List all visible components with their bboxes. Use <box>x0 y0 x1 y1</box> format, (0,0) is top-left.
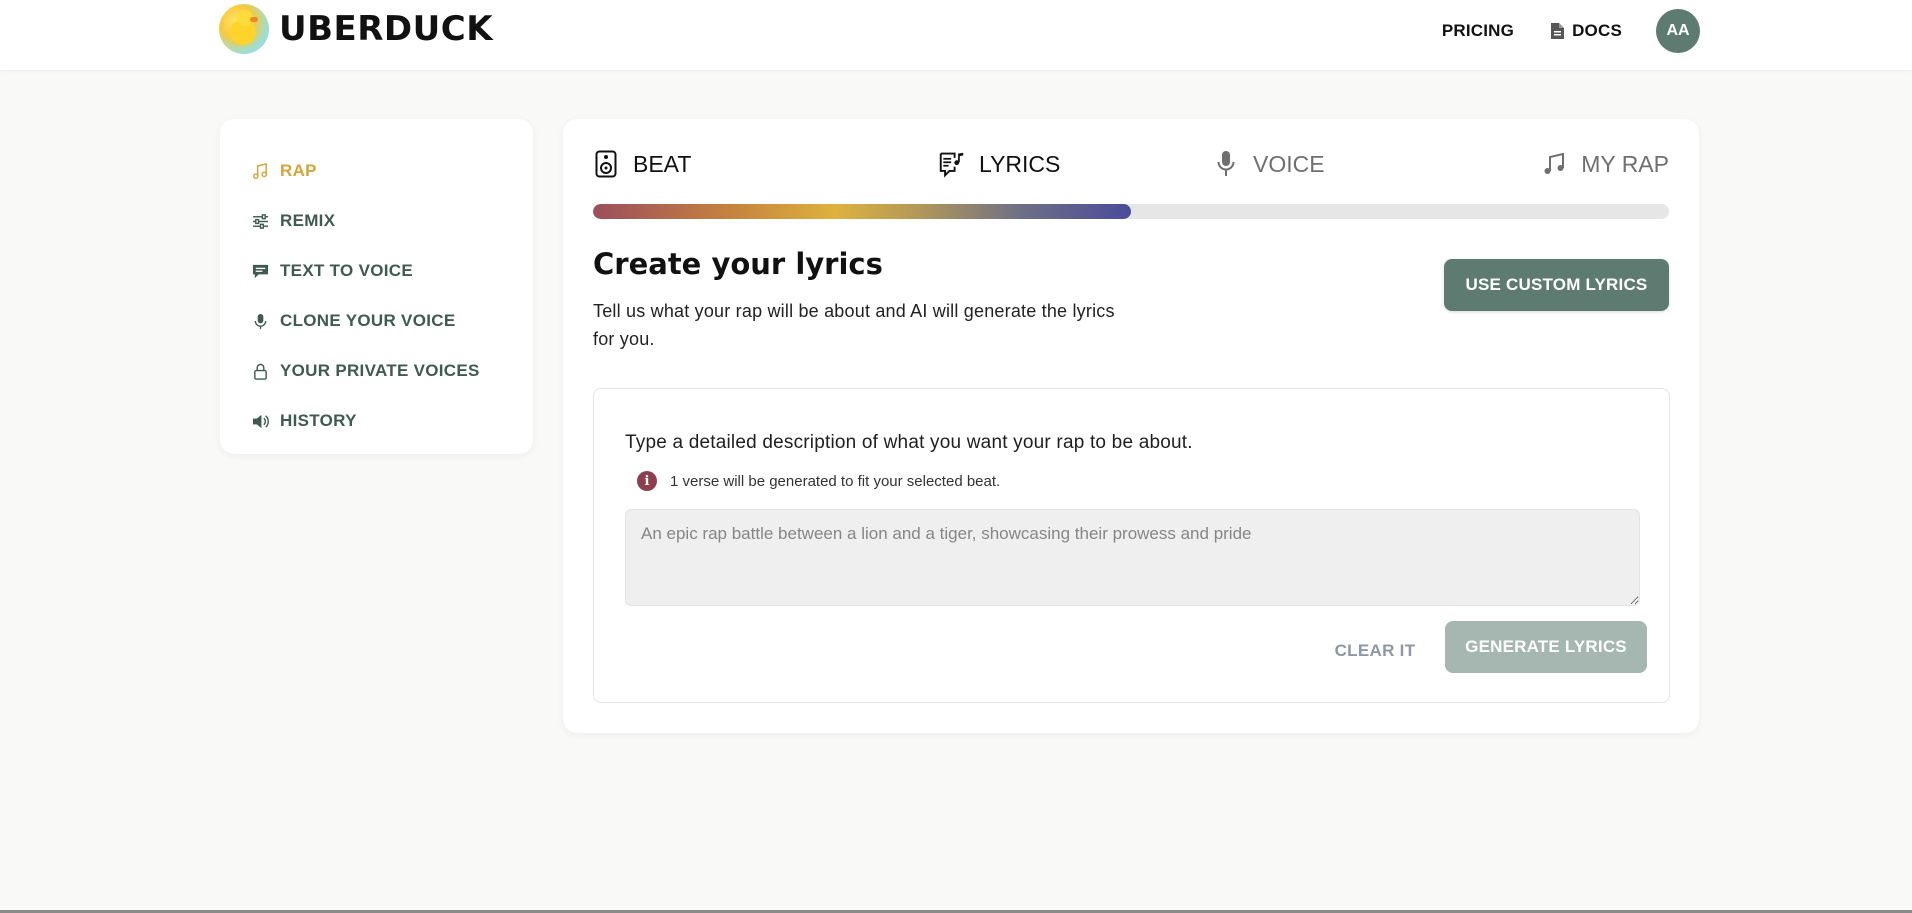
brand-logo[interactable]: UBERDUCK <box>219 4 493 54</box>
speaker-icon <box>251 412 269 430</box>
sidebar-item-label: RAP <box>280 161 317 180</box>
microphone-icon <box>251 312 269 330</box>
lock-icon <box>251 362 269 380</box>
clear-it-button[interactable]: CLEAR IT <box>1320 631 1430 671</box>
generate-lyrics-button[interactable]: GENERATE LYRICS <box>1445 621 1647 673</box>
top-navbar: UBERDUCK PRICING DOCS AA <box>0 0 1912 70</box>
docs-label: DOCS <box>1572 21 1622 40</box>
prompt-label: Type a detailed description of what you … <box>625 432 1193 453</box>
lyrics-prompt-form: Type a detailed description of what you … <box>593 388 1670 703</box>
info-text: 1 verse will be generated to fit your se… <box>670 472 1001 490</box>
step-voice[interactable]: VOICE <box>1213 150 1325 178</box>
pricing-link[interactable]: PRICING <box>1442 21 1514 41</box>
microphone-icon <box>1213 150 1239 178</box>
sidebar-item-label: YOUR PRIVATE VOICES <box>280 361 480 380</box>
rap-wizard-card: BEAT LYRICS VOICE MY RAP Create your lyr… <box>563 119 1699 733</box>
info-note: i 1 verse will be generated to fit your … <box>637 471 1000 491</box>
step-my-rap[interactable]: MY RAP <box>1541 150 1669 178</box>
wizard-steps: BEAT LYRICS VOICE MY RAP <box>593 150 1669 180</box>
step-label: MY RAP <box>1581 150 1669 177</box>
page-title: Create your lyrics <box>593 247 883 281</box>
step-label: LYRICS <box>979 150 1061 177</box>
docs-link[interactable]: DOCS <box>1550 21 1622 41</box>
brand-name: UBERDUCK <box>279 9 494 49</box>
sidebar-item-label: REMIX <box>280 211 336 230</box>
music-note-icon <box>251 162 269 180</box>
lyrics-description-input[interactable] <box>625 509 1640 606</box>
music-note-icon <box>1541 150 1567 178</box>
step-label: BEAT <box>633 150 692 177</box>
sidebar-item-history[interactable]: HISTORY <box>220 396 533 446</box>
step-label: VOICE <box>1253 150 1325 177</box>
sliders-icon <box>251 212 269 230</box>
sidebar: RAP REMIX TEXT TO VOICE CLONE YOUR VOICE… <box>220 119 533 454</box>
step-beat[interactable]: BEAT <box>593 150 691 178</box>
progress-fill <box>593 204 1131 219</box>
info-icon: i <box>637 471 657 491</box>
page-description: Tell us what your rap will be about and … <box>593 301 1115 349</box>
sidebar-item-label: TEXT TO VOICE <box>280 261 413 280</box>
speaker-box-icon <box>593 150 619 178</box>
sidebar-item-label: CLONE YOUR VOICE <box>280 311 456 330</box>
sidebar-item-label: HISTORY <box>280 411 357 430</box>
wizard-progress-bar <box>593 204 1669 219</box>
use-custom-lyrics-button[interactable]: USE CUSTOM LYRICS <box>1444 259 1669 311</box>
document-icon <box>1551 23 1565 39</box>
sidebar-item-your-private-voices[interactable]: YOUR PRIVATE VOICES <box>220 346 533 396</box>
sidebar-item-remix[interactable]: REMIX <box>220 196 533 246</box>
sidebar-item-text-to-voice[interactable]: TEXT TO VOICE <box>220 246 533 296</box>
sidebar-item-clone-your-voice[interactable]: CLONE YOUR VOICE <box>220 296 533 346</box>
lyrics-icon <box>939 150 965 178</box>
user-avatar[interactable]: AA <box>1656 9 1700 53</box>
step-lyrics[interactable]: LYRICS <box>939 150 1060 178</box>
duck-logo-icon <box>219 4 269 54</box>
chat-bubble-icon <box>251 262 269 280</box>
sidebar-item-rap[interactable]: RAP <box>220 146 533 196</box>
header-nav: PRICING DOCS AA <box>1442 9 1700 53</box>
